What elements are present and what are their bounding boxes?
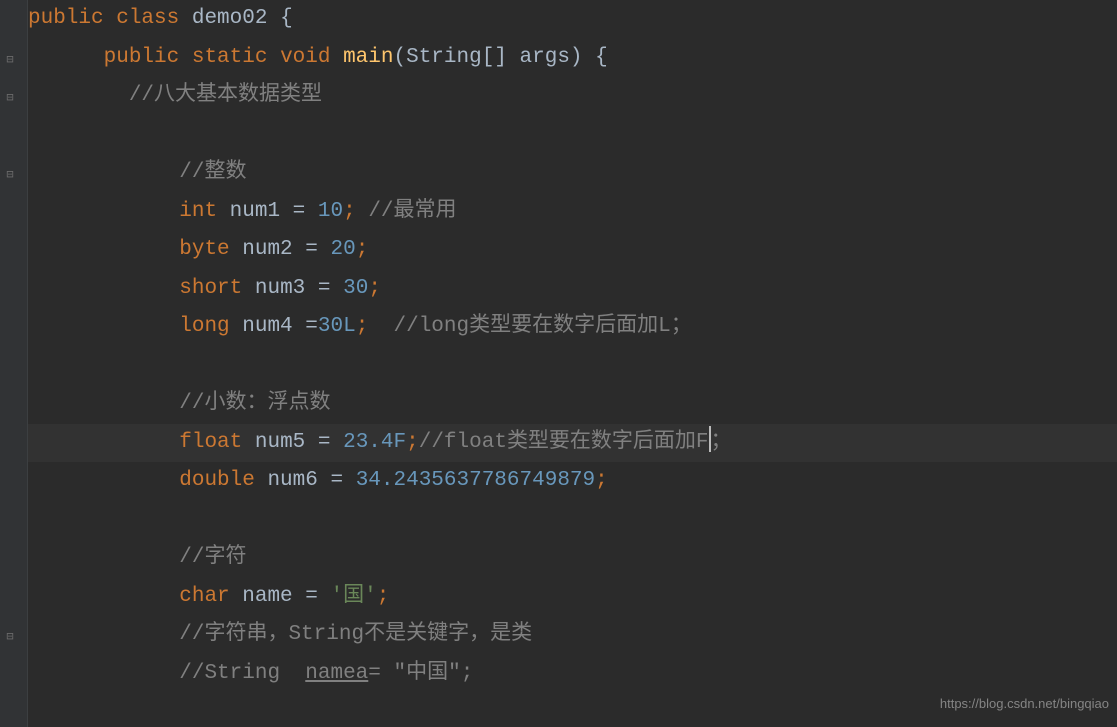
code-line: char name = '国'; — [28, 578, 1117, 617]
comment: //float — [419, 431, 507, 454]
char-literal: '国' — [330, 585, 376, 608]
variable-underlined: namea — [305, 662, 368, 685]
variable: num2 — [242, 238, 305, 261]
fold-icon[interactable]: ⊟ — [2, 167, 18, 183]
comment-text: 最常用 — [394, 200, 457, 223]
comment-text: 类型要在数字后面加L； — [469, 315, 692, 338]
brace: { — [595, 46, 608, 69]
fold-icon[interactable]: ⊟ — [2, 52, 18, 68]
code-line: //小数：浮点数 — [28, 385, 1117, 424]
comment-text: 字符 — [204, 546, 246, 569]
class-name: demo02 — [192, 7, 280, 30]
comment: // — [129, 84, 154, 107]
keyword-byte: byte — [179, 238, 242, 261]
keyword-short: short — [179, 277, 255, 300]
code-line: int num1 = 10; //最常用 — [28, 193, 1117, 232]
editor-gutter: ⊟ ⊟ ⊟ ⊟ — [0, 0, 28, 727]
brace: { — [280, 7, 293, 30]
comment: // — [179, 546, 204, 569]
comment-text: 整数 — [204, 161, 246, 184]
code-line: //八大基本数据类型 — [28, 77, 1117, 116]
keyword-static: static — [192, 46, 280, 69]
keyword-void: void — [280, 46, 343, 69]
keyword-public: public — [104, 46, 192, 69]
variable: num1 — [230, 200, 293, 223]
comment: // — [179, 623, 204, 646]
keyword-char: char — [179, 585, 242, 608]
code-line-empty — [28, 501, 1117, 540]
number-literal: 34.2435637786749879 — [356, 469, 595, 492]
code-line-empty — [28, 116, 1117, 155]
watermark-text: https://blog.csdn.net/bingqiao — [940, 685, 1109, 724]
number-literal: 30L — [318, 315, 356, 338]
keyword-class: class — [116, 7, 192, 30]
code-line-empty — [28, 347, 1117, 386]
code-line: public static void main(String[] args) { — [28, 39, 1117, 78]
code-line: //字符串，String不是关键字，是类 — [28, 616, 1117, 655]
comment: //String — [179, 662, 305, 685]
comment: // — [179, 392, 204, 415]
comment-text: 小数：浮点数 — [204, 392, 330, 415]
variable: num6 — [267, 469, 330, 492]
number-literal: 10 — [318, 200, 343, 223]
code-line-active: float num5 = 23.4F;//float类型要在数字后面加F； — [28, 424, 1117, 463]
comment-text: 类型要在数字后面加F — [507, 431, 709, 454]
number-literal: 20 — [330, 238, 355, 261]
keyword-double: double — [179, 469, 267, 492]
variable: num4 — [242, 315, 305, 338]
params: (String[] args) — [394, 46, 596, 69]
code-line: double num6 = 34.2435637786749879; — [28, 462, 1117, 501]
code-editor[interactable]: public class demo02 { public static void… — [28, 0, 1117, 693]
keyword-float: float — [179, 431, 255, 454]
variable: name — [242, 585, 305, 608]
comment: //long — [394, 315, 470, 338]
number-literal: 30 — [343, 277, 368, 300]
variable: num5 — [255, 431, 318, 454]
comment-text: 八大基本数据类型 — [154, 84, 322, 107]
code-line: public class demo02 { — [28, 0, 1117, 39]
code-line: //整数 — [28, 154, 1117, 193]
number-literal: 23.4F — [343, 431, 406, 454]
method-name: main — [343, 46, 393, 69]
code-line: long num4 =30L; //long类型要在数字后面加L； — [28, 308, 1117, 347]
variable: num3 — [255, 277, 318, 300]
code-line: byte num2 = 20; — [28, 231, 1117, 270]
keyword-long: long — [179, 315, 242, 338]
code-line: short num3 = 30; — [28, 270, 1117, 309]
fold-icon[interactable]: ⊟ — [2, 629, 18, 645]
keyword-public: public — [28, 7, 116, 30]
fold-icon[interactable]: ⊟ — [2, 90, 18, 106]
code-line: //字符 — [28, 539, 1117, 578]
comment: // — [179, 161, 204, 184]
comment: // — [368, 200, 393, 223]
keyword-int: int — [179, 200, 229, 223]
